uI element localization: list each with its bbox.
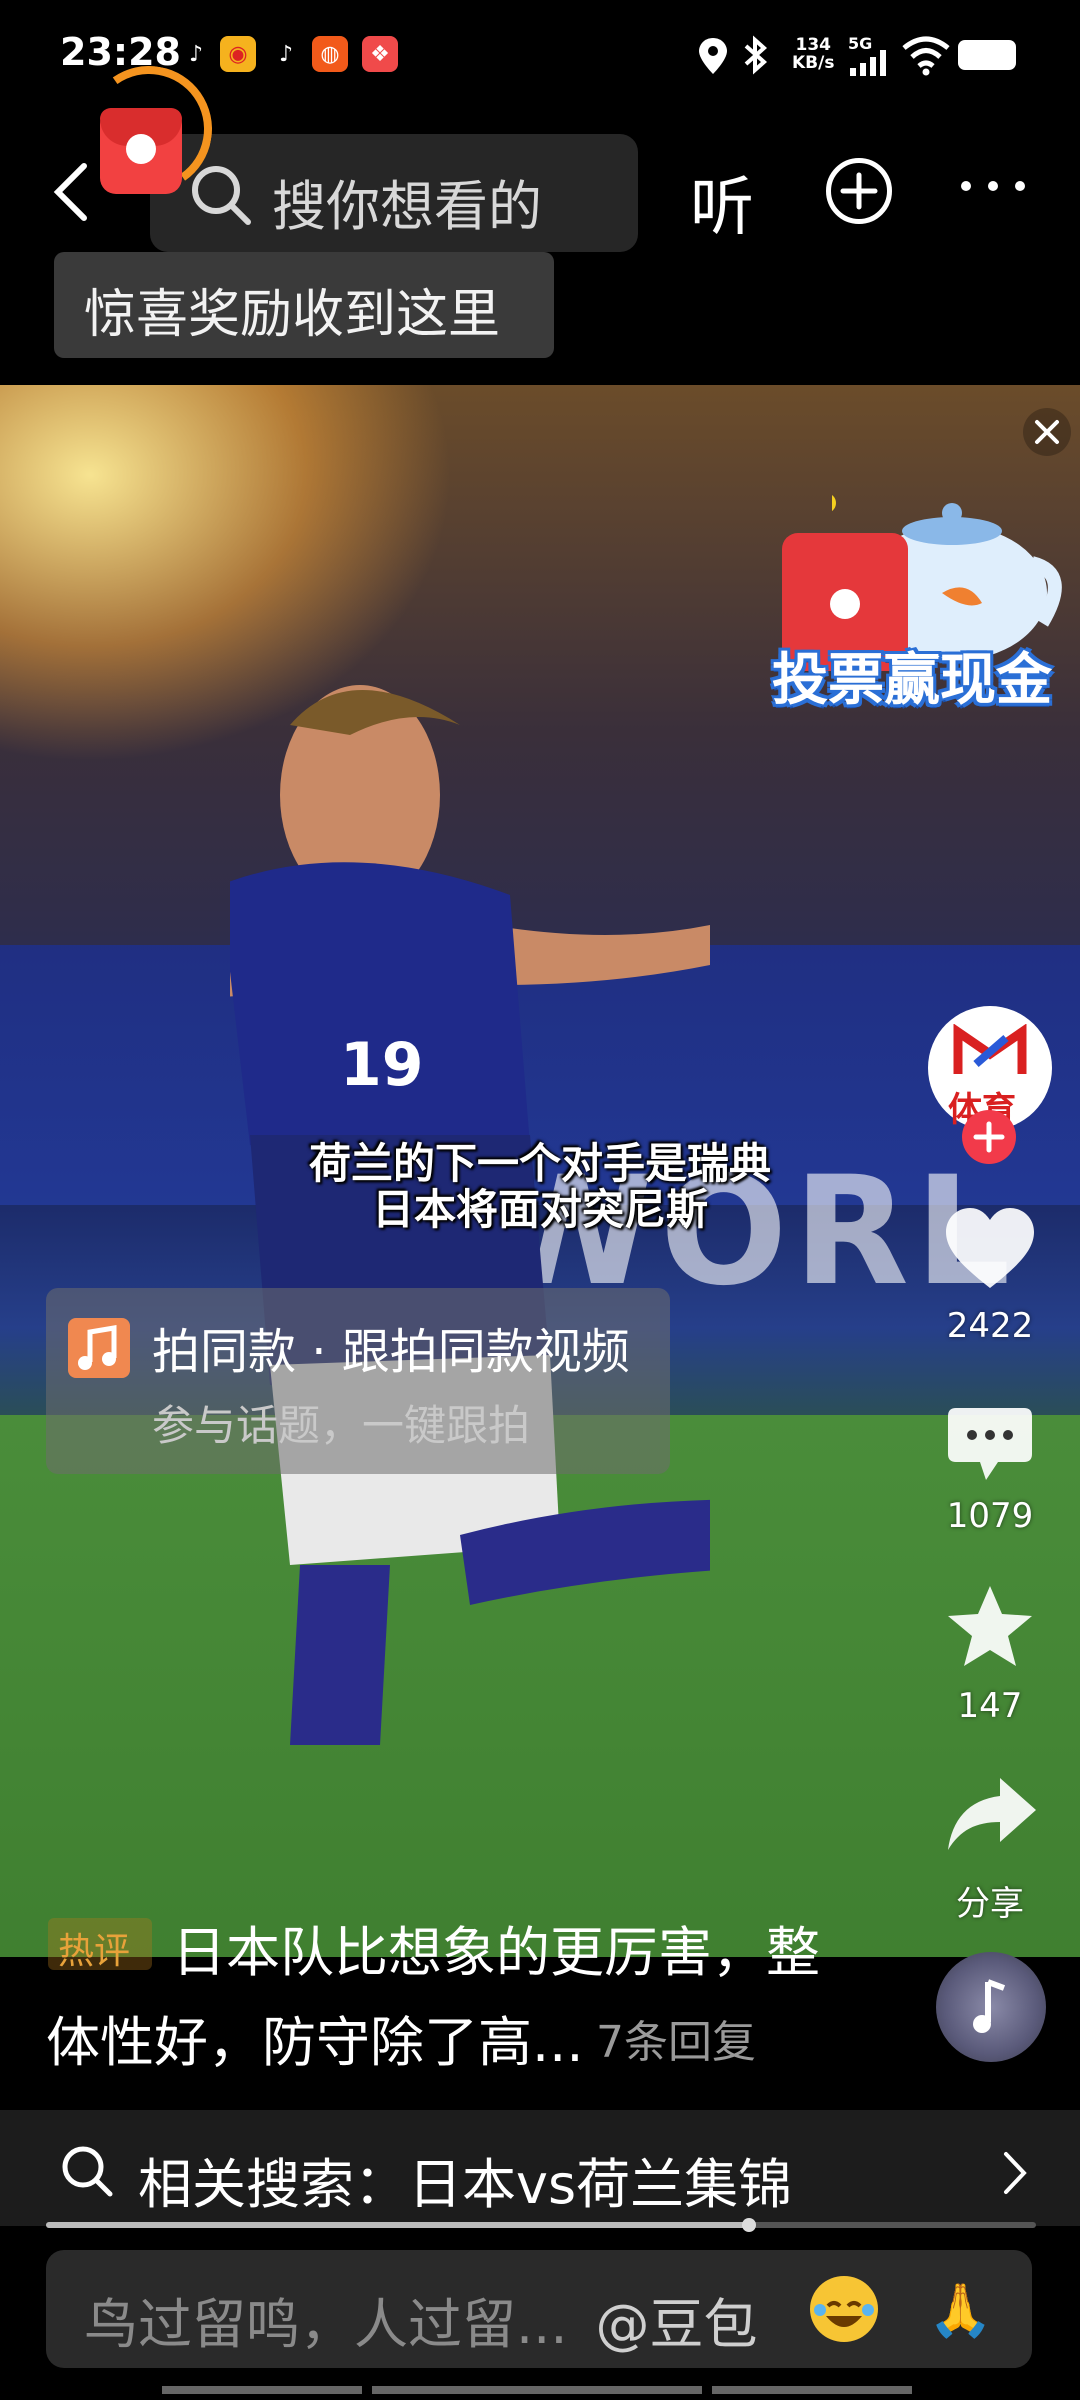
reward-tooltip-text: 惊喜奖励收到这里: [84, 285, 501, 345]
hot-comment-text[interactable]: 日本队比想象的更厉害，整: [172, 1908, 820, 1987]
music-note-icon: [68, 1318, 130, 1378]
network-speed: 134 KB/s: [792, 35, 835, 73]
same-style-subtitle: 参与话题，一键跟拍: [152, 1401, 531, 1450]
video-progress-fill: [46, 2222, 749, 2228]
gesture-bar: [162, 2386, 362, 2394]
douyin-icon: ♪: [188, 41, 204, 67]
share-icon[interactable]: [946, 1774, 1038, 1854]
praying-hands-emoji-icon[interactable]: 🙏: [928, 2280, 993, 2341]
more-icon[interactable]: [958, 176, 1028, 196]
comment-icon[interactable]: [946, 1404, 1034, 1484]
svg-text:19: 19: [340, 1030, 424, 1100]
mention-doubao[interactable]: @豆包: [596, 2293, 758, 2356]
battery-icon: [958, 40, 1016, 70]
same-style-title: 拍同款 · 跟拍同款视频: [152, 1324, 630, 1380]
star-icon[interactable]: [944, 1582, 1036, 1670]
video-progress-knob[interactable]: [741, 2218, 756, 2232]
chevron-right-icon[interactable]: [1000, 2148, 1030, 2198]
creator-logo-icon: [953, 1024, 1027, 1074]
comment-count: 1079: [946, 1496, 1034, 1536]
plus-icon: [840, 172, 878, 210]
vote-promo-label[interactable]: 投票赢现金: [772, 635, 1052, 716]
search-icon: [62, 2146, 113, 2197]
listen-button[interactable]: 听: [690, 156, 754, 248]
laugh-emoji-icon[interactable]: [810, 2276, 878, 2342]
music-disc-icon[interactable]: [936, 1952, 1046, 2062]
xiaohongshu-icon: ❖: [362, 36, 398, 72]
add-button[interactable]: [826, 158, 892, 224]
video-subtitle: 日本将面对突尼斯: [371, 1185, 708, 1234]
search-icon: [192, 166, 251, 225]
reply-count-link[interactable]: 7条回复: [596, 2006, 756, 2070]
wifi-icon: [902, 36, 950, 76]
gesture-bar: [372, 2386, 702, 2394]
douyin-icon: ♪: [278, 41, 294, 67]
comment-input-placeholder: 鸟过留鸣，人过留... @豆包: [84, 2293, 758, 2356]
favorite-count: 147: [957, 1686, 1023, 1726]
gesture-bar: [712, 2386, 912, 2394]
bluetooth-icon: [744, 35, 768, 75]
back-icon[interactable]: [48, 162, 98, 222]
location-icon: [699, 38, 727, 74]
taobao-icon: ◍: [312, 36, 348, 72]
signal-icon: [850, 50, 886, 76]
search-placeholder: 搜你想看的: [272, 175, 542, 238]
weibo-icon: ◉: [220, 36, 256, 72]
hot-comment-text[interactable]: 体性好，防守除了高...: [46, 1998, 584, 2077]
close-icon[interactable]: [1022, 407, 1072, 457]
heart-icon[interactable]: [942, 1204, 1038, 1294]
hot-comment-badge-text: 热评: [58, 1931, 131, 1972]
follow-button[interactable]: [962, 1110, 1016, 1164]
red-packet-icon[interactable]: [100, 108, 182, 194]
related-search-text[interactable]: 相关搜索：日本vs荷兰集锦: [138, 2140, 792, 2219]
like-count: 2422: [946, 1306, 1034, 1346]
share-label: 分享: [956, 1884, 1024, 1924]
